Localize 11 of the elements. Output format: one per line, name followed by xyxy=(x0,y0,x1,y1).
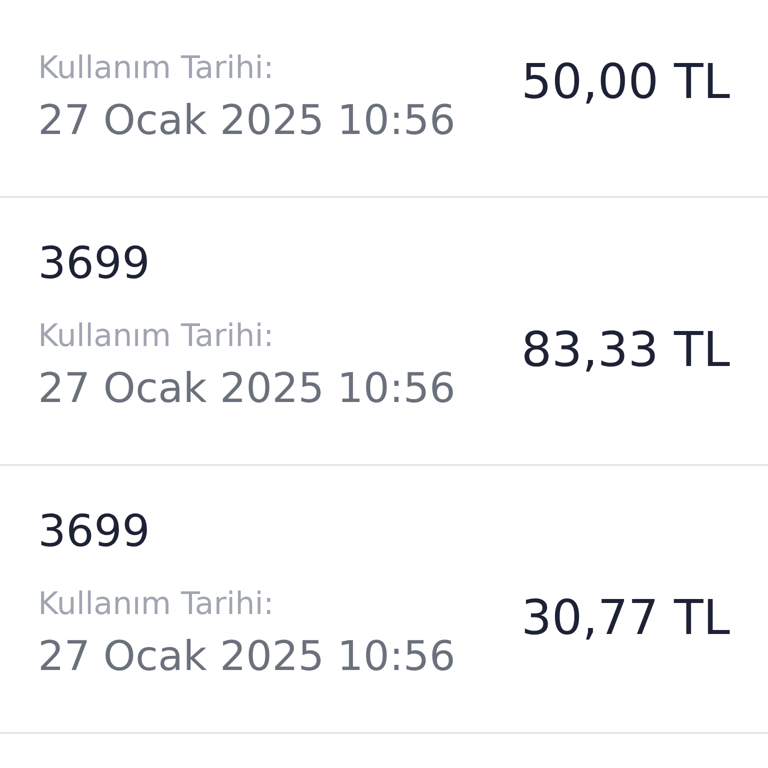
usage-date: 27 Ocak 2025 10:56 xyxy=(38,363,456,414)
usage-date-label: Kullanım Tarihi: xyxy=(38,317,275,356)
amount: 50,00 TL xyxy=(521,53,730,112)
amount: 83,33 TL xyxy=(521,321,730,380)
usage-date-label: Kullanım Tarihi: xyxy=(38,585,275,624)
usage-date: 27 Ocak 2025 10:56 xyxy=(38,631,456,682)
amount: 30,77 TL xyxy=(521,589,730,648)
usage-date-label: Kullanım Tarihi: xyxy=(38,49,275,88)
transaction-code: 3699 xyxy=(38,237,151,291)
transaction-code: 3699 xyxy=(38,505,151,559)
usage-date: 27 Ocak 2025 10:56 xyxy=(38,95,456,146)
